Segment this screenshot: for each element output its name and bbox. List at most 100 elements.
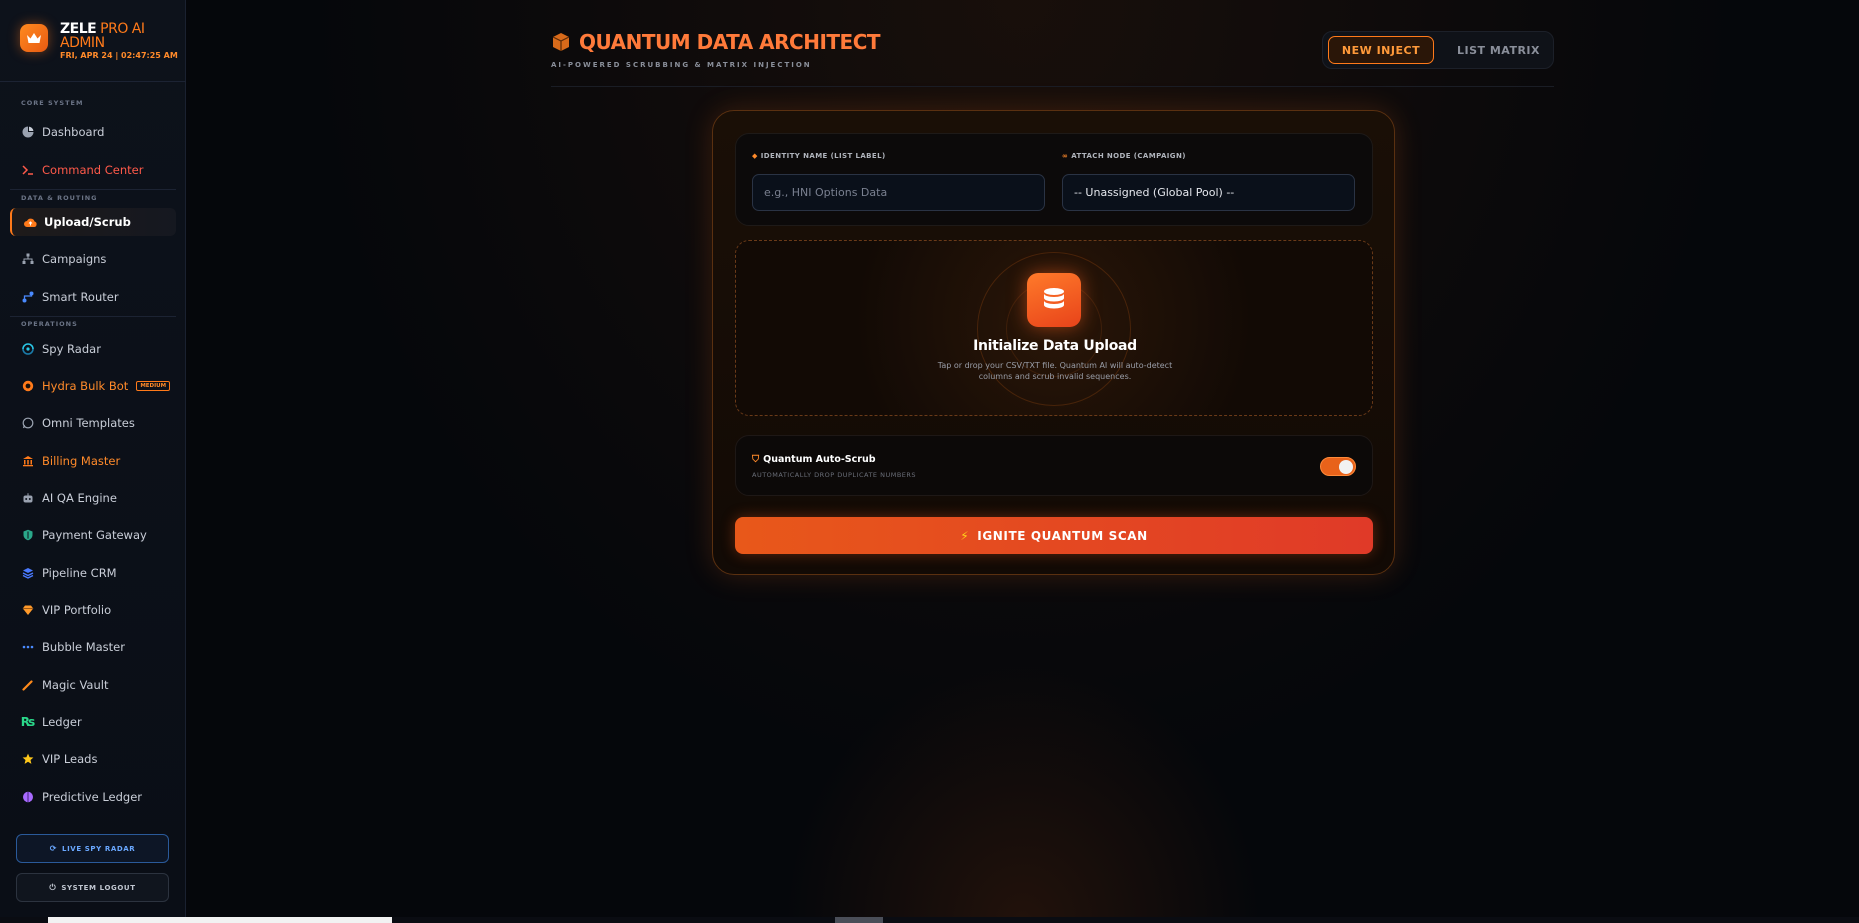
tab-new-inject[interactable]: NEW INJECT: [1328, 36, 1434, 64]
live-spy-radar-label: LIVE SPY RADAR: [62, 844, 136, 853]
sidebar-item-label: Ledger: [42, 715, 82, 729]
crown-icon: [20, 24, 48, 52]
tab-list-matrix[interactable]: LIST MATRIX: [1451, 36, 1546, 64]
brain-icon: [21, 790, 35, 804]
sidebar-item-predictive-ledger[interactable]: Predictive Ledger: [10, 783, 176, 811]
taskbar-item[interactable]: [835, 917, 883, 923]
attach-node-label: ∞ ATTACH NODE (CAMPAIGN): [1062, 152, 1186, 160]
identity-name-label: ◆ IDENTITY NAME (LIST LABEL): [752, 152, 886, 160]
toggle-knob: [1339, 460, 1353, 474]
sidebar-item-label: Hydra Bulk Bot: [42, 379, 129, 393]
radar-icon: ⟳: [49, 844, 58, 853]
cube-icon: [551, 32, 571, 52]
upload-drop-zone[interactable]: Initialize Data Upload Tap or drop your …: [735, 240, 1373, 416]
auto-scrub-title-text: Quantum Auto-Scrub: [763, 454, 876, 465]
sidebar-item-smart-router[interactable]: Smart Router: [10, 283, 176, 311]
taskbar-item[interactable]: [48, 917, 392, 923]
divider: [10, 189, 176, 190]
sidebar-item-label: VIP Leads: [42, 752, 98, 766]
wand-icon: [21, 678, 35, 692]
divider: [0, 81, 186, 82]
bot-icon: [21, 379, 35, 393]
auto-scrub-subtitle: AUTOMATICALLY DROP DUPLICATE NUMBERS: [752, 471, 917, 479]
sidebar-item-label: Smart Router: [42, 290, 119, 304]
layers-icon: [21, 566, 35, 580]
sitemap-icon: [21, 252, 35, 266]
sidebar-item-label: Command Center: [42, 163, 144, 177]
rupee-icon: ₨: [20, 715, 36, 729]
attach-node-select[interactable]: -- Unassigned (Global Pool) --: [1062, 174, 1355, 211]
sidebar-item-hydra-bulk-bot[interactable]: Hydra Bulk Bot MEDIUM: [10, 372, 176, 400]
sidebar-item-ai-qa-engine[interactable]: AI QA Engine: [10, 484, 176, 512]
bank-icon: [21, 454, 35, 468]
sidebar-item-label: Pipeline CRM: [42, 566, 117, 580]
sidebar-item-label: Bubble Master: [42, 640, 125, 654]
dots-icon: [21, 640, 35, 654]
shield-icon: [21, 528, 35, 542]
whatsapp-icon: [21, 416, 35, 430]
sidebar-item-vip-portfolio[interactable]: VIP Portfolio: [10, 596, 176, 624]
section-label-data: DATA & ROUTING: [21, 194, 98, 202]
radar-icon: [21, 342, 35, 356]
sidebar-item-label: Predictive Ledger: [42, 790, 143, 804]
section-label-core: CORE SYSTEM: [21, 99, 84, 107]
sidebar-item-label: Omni Templates: [42, 416, 135, 430]
sidebar-item-magic-vault[interactable]: Magic Vault: [10, 671, 176, 699]
page-title: QUANTUM DATA ARCHITECT: [579, 30, 881, 54]
sidebar-item-vip-leads[interactable]: VIP Leads: [10, 745, 176, 773]
sidebar-item-spy-radar[interactable]: Spy Radar: [10, 335, 176, 363]
sidebar-item-label: Magic Vault: [42, 678, 109, 692]
section-label-ops: OPERATIONS: [21, 320, 78, 328]
sidebar-item-payment-gateway[interactable]: Payment Gateway: [10, 521, 176, 549]
power-icon: ⏻: [49, 882, 57, 892]
sidebar-item-upload-scrub[interactable]: Upload/Scrub: [10, 208, 176, 236]
cloud-upload-icon: [23, 215, 37, 229]
database-icon: [1027, 273, 1081, 327]
brand-name: ZELE PRO AI ADMIN: [60, 22, 145, 50]
tag-icon: ◆: [752, 152, 758, 160]
sidebar: ZELE PRO AI ADMIN FRI, APR 24 | 02:47:25…: [0, 0, 186, 923]
status-badge: MEDIUM: [136, 381, 171, 391]
sidebar-item-ledger[interactable]: ₨ Ledger: [10, 708, 176, 736]
system-logout-button[interactable]: ⏻ SYSTEM LOGOUT: [16, 873, 169, 902]
brand[interactable]: ZELE PRO AI ADMIN FRI, APR 24 | 02:47:25…: [20, 22, 180, 62]
sidebar-item-label: Billing Master: [42, 454, 121, 468]
auto-scrub-toggle[interactable]: [1320, 457, 1356, 476]
route-icon: [21, 290, 35, 304]
sidebar-item-omni-templates[interactable]: Omni Templates: [10, 409, 176, 437]
page-subtitle: AI-POWERED SCRUBBING & MATRIX INJECTION: [551, 61, 812, 69]
identity-name-input[interactable]: e.g., HNI Options Data: [752, 174, 1045, 211]
attach-node-label-text: ATTACH NODE (CAMPAIGN): [1071, 152, 1186, 160]
sidebar-item-campaigns[interactable]: Campaigns: [10, 245, 176, 273]
divider: [10, 316, 176, 317]
sidebar-item-command-center[interactable]: Command Center: [10, 156, 176, 184]
gem-icon: [21, 603, 35, 617]
brand-name-admin: ADMIN: [60, 35, 105, 51]
identity-name-label-text: IDENTITY NAME (LIST LABEL): [760, 152, 886, 160]
link-icon: ∞: [1062, 152, 1069, 160]
robot-icon: [21, 491, 35, 505]
sidebar-item-pipeline-crm[interactable]: Pipeline CRM: [10, 559, 176, 587]
sidebar-item-label: Campaigns: [42, 252, 107, 266]
sidebar-item-bubble-master[interactable]: Bubble Master: [10, 633, 176, 661]
ignite-button-label: IGNITE QUANTUM SCAN: [977, 528, 1148, 543]
fields-panel: ◆ IDENTITY NAME (LIST LABEL) e.g., HNI Op…: [735, 133, 1373, 226]
sidebar-item-dashboard[interactable]: Dashboard: [10, 118, 176, 146]
sidebar-item-label: Upload/Scrub: [44, 215, 131, 229]
brand-datetime: FRI, APR 24 | 02:47:25 AM: [60, 51, 178, 60]
ignite-quantum-scan-button[interactable]: ⚡ IGNITE QUANTUM SCAN: [735, 517, 1373, 554]
auto-scrub-title: ⛉ Quantum Auto-Scrub: [752, 454, 876, 465]
sidebar-item-label: AI QA Engine: [42, 491, 117, 505]
pie-chart-icon: [21, 125, 35, 139]
sidebar-item-label: Payment Gateway: [42, 528, 147, 542]
inject-card: ◆ IDENTITY NAME (LIST LABEL) e.g., HNI Op…: [712, 110, 1395, 575]
live-spy-radar-button[interactable]: ⟳ LIVE SPY RADAR: [16, 834, 169, 863]
tab-bar: NEW INJECT LIST MATRIX: [1322, 31, 1554, 69]
upload-description: Tap or drop your CSV/TXT file. Quantum A…: [937, 361, 1173, 381]
shield-icon: ⛉: [752, 454, 760, 465]
sidebar-item-label: VIP Portfolio: [42, 603, 112, 617]
sidebar-item-billing-master[interactable]: Billing Master: [10, 447, 176, 475]
lightning-icon: ⚡: [960, 528, 970, 543]
auto-scrub-panel: ⛉ Quantum Auto-Scrub AUTOMATICALLY DROP D…: [735, 435, 1373, 496]
system-logout-label: SYSTEM LOGOUT: [61, 883, 136, 892]
